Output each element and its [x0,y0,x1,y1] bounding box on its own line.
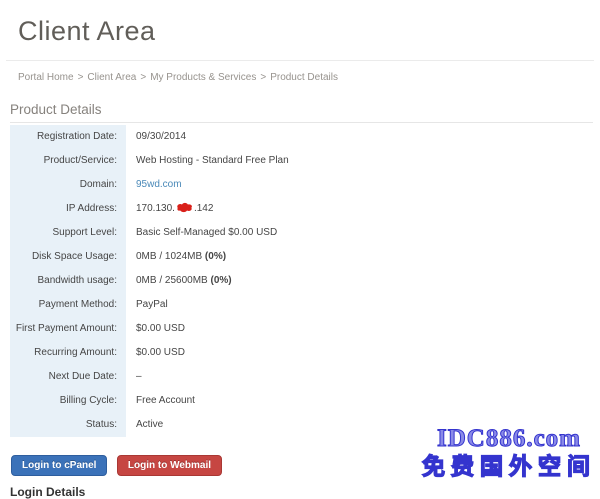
table-row: Status: Active [10,413,595,437]
login-cpanel-button[interactable]: Login to cPanel [11,455,107,476]
disk-usage-percent: (0%) [205,251,226,262]
row-label: Payment Method: [10,293,126,317]
section-title-login-details: Login Details [10,485,600,499]
breadcrumb-current-product-details: Product Details [270,72,338,83]
table-row: Bandwidth usage: 0MB / 25600MB (0%) [10,269,595,293]
action-buttons: Login to cPanel Login to Webmail [11,455,600,476]
table-row: IP Address: 170.130. .142 [10,197,595,221]
table-row: Payment Method: PayPal [10,293,595,317]
row-label: Recurring Amount: [10,341,126,365]
table-row: Product/Service: Web Hosting - Standard … [10,149,595,173]
ip-prefix: 170.130. [136,203,175,214]
row-value: Web Hosting - Standard Free Plan [126,149,595,173]
row-value: 0MB / 25600MB (0%) [126,269,595,293]
breadcrumb-separator: > [140,72,146,83]
row-value: 95wd.com [126,173,595,197]
row-label: Billing Cycle: [10,389,126,413]
row-value: Basic Self-Managed $0.00 USD [126,221,595,245]
breadcrumb-link-client-area[interactable]: Client Area [87,72,136,83]
row-label: Product/Service: [10,149,126,173]
row-label: Disk Space Usage: [10,245,126,269]
page-title: Client Area [0,0,600,47]
row-label: Next Due Date: [10,365,126,389]
table-row: Domain: 95wd.com [10,173,595,197]
row-value: 170.130. .142 [126,197,595,221]
section-title-product-details: Product Details [10,102,593,123]
table-row: Billing Cycle: Free Account [10,389,595,413]
table-row: Disk Space Usage: 0MB / 1024MB (0%) [10,245,595,269]
breadcrumb-separator: > [78,72,84,83]
row-label: Status: [10,413,126,437]
table-row: Registration Date: 09/30/2014 [10,125,595,149]
row-label: Registration Date: [10,125,126,149]
row-value: PayPal [126,293,595,317]
row-label: IP Address: [10,197,126,221]
breadcrumb-link-my-products[interactable]: My Products & Services [150,72,256,83]
product-details-table: Registration Date: 09/30/2014 Product/Se… [10,125,595,437]
row-label: Domain: [10,173,126,197]
ip-suffix: .142 [194,203,213,214]
row-value: 09/30/2014 [126,125,595,149]
row-value: $0.00 USD [126,341,595,365]
row-label: Bandwidth usage: [10,269,126,293]
breadcrumb: Portal Home>Client Area>My Products & Se… [0,61,600,83]
row-label: Support Level: [10,221,126,245]
disk-usage-text: 0MB / 1024MB [136,251,205,262]
table-row: Support Level: Basic Self-Managed $0.00 … [10,221,595,245]
bandwidth-usage-text: 0MB / 25600MB [136,275,210,286]
table-row: Next Due Date: – [10,365,595,389]
table-row: Recurring Amount: $0.00 USD [10,341,595,365]
breadcrumb-separator: > [260,72,266,83]
bandwidth-usage-percent: (0%) [210,275,231,286]
login-webmail-button[interactable]: Login to Webmail [117,455,222,476]
row-value: Free Account [126,389,595,413]
row-label: First Payment Amount: [10,317,126,341]
row-value: – [126,365,595,389]
breadcrumb-link-portal-home[interactable]: Portal Home [18,72,74,83]
row-value status-value: Active [126,413,595,437]
redaction-scribble-icon [176,202,193,213]
domain-link[interactable]: 95wd.com [136,179,182,190]
row-value: 0MB / 1024MB (0%) [126,245,595,269]
row-value: $0.00 USD [126,317,595,341]
table-row: First Payment Amount: $0.00 USD [10,317,595,341]
